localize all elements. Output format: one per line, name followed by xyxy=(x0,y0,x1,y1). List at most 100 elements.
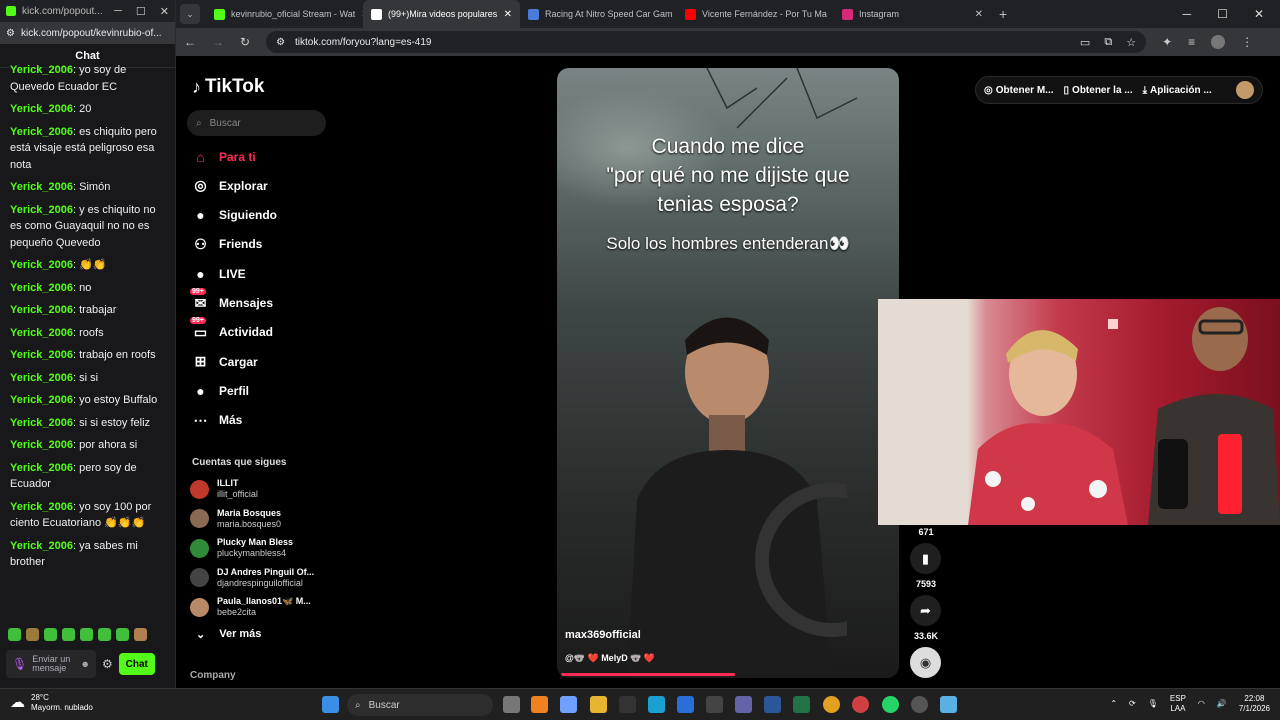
browser-tab[interactable]: (99+)Mira videos populares ✕ xyxy=(363,0,520,28)
chat-username[interactable]: Yerick_2006 xyxy=(10,372,73,384)
chat-username[interactable]: Yerick_2006 xyxy=(10,501,73,513)
notepad-icon[interactable] xyxy=(940,696,957,713)
chat-send-button[interactable]: Chat xyxy=(118,653,155,675)
cast-icon[interactable]: ▭ xyxy=(1080,36,1090,49)
company-link[interactable]: Company xyxy=(190,670,236,681)
taskbar-search[interactable]: ⌕ Buscar xyxy=(347,694,493,716)
chat-username[interactable]: Yerick_2006 xyxy=(10,126,73,138)
extensions-icon[interactable]: ✦ xyxy=(1162,35,1172,49)
video-progress-bar[interactable] xyxy=(561,673,735,676)
emote-icon[interactable] xyxy=(62,628,75,641)
chat-username[interactable]: Yerick_2006 xyxy=(10,64,73,76)
share-button[interactable]: ➦ xyxy=(910,595,941,626)
settings-icon[interactable]: ⚙ xyxy=(102,657,113,671)
sync-icon[interactable]: ⟳ xyxy=(1129,699,1136,709)
weather-widget[interactable]: ☁ 28°C Mayorm. nublado xyxy=(10,693,93,713)
nav-item[interactable]: ● Perfil xyxy=(192,382,249,399)
bookmark-button[interactable]: ▮ xyxy=(910,543,941,574)
outlook-icon[interactable] xyxy=(677,696,694,713)
get-app-button[interactable]: ▯ Obtener la ... xyxy=(1064,85,1133,96)
chat-username[interactable]: Yerick_2006 xyxy=(10,439,73,451)
chat-username[interactable]: Yerick_2006 xyxy=(10,181,73,193)
address-bar[interactable]: ⚙ tiktok.com/foryou?lang=es-419 ▭ ⧉ ☆ xyxy=(266,31,1147,53)
chat-message-list[interactable]: Yerick_2006: yo soy de Quevedo Ecuador E… xyxy=(0,62,168,622)
emote-icon[interactable] xyxy=(134,628,147,641)
chat-username[interactable]: Yerick_2006 xyxy=(10,327,73,339)
file-explorer-icon[interactable] xyxy=(590,696,607,713)
language-indicator[interactable]: ESP LAA xyxy=(1170,694,1186,714)
emote-icon[interactable] xyxy=(98,628,111,641)
whatsapp-icon[interactable] xyxy=(882,696,899,713)
reload-icon[interactable]: ↻ xyxy=(240,35,250,49)
task-view-icon[interactable] xyxy=(503,696,520,713)
close-icon[interactable]: ✕ xyxy=(160,5,169,18)
emote-icon[interactable] xyxy=(26,628,39,641)
chat-username[interactable]: Yerick_2006 xyxy=(10,304,73,316)
chat-username[interactable]: Yerick_2006 xyxy=(10,259,73,271)
chat-username[interactable]: Yerick_2006 xyxy=(10,349,73,361)
browser-tab[interactable]: kevinrubio_oficial Stream - Wat✕ xyxy=(206,0,363,28)
nav-item[interactable]: ⋯ Más xyxy=(192,412,243,429)
nav-item[interactable]: ⚇ Friends xyxy=(192,236,262,253)
translate-icon[interactable]: ⧉ xyxy=(1104,36,1112,49)
followed-account[interactable]: Maria Bosques maria.bosques0 xyxy=(190,508,281,530)
video-music[interactable]: @🐨 ❤️ MelyD 🐨 ❤️ xyxy=(565,653,655,664)
followed-account[interactable]: Paula_llanos01🦋 M... bebe2cita xyxy=(190,596,311,618)
music-disc-button[interactable]: ◉ xyxy=(910,647,941,678)
see-more-button[interactable]: ⌄ Ver más xyxy=(196,628,261,641)
emote-icon[interactable] xyxy=(80,628,93,641)
chat-username[interactable]: Yerick_2006 xyxy=(10,103,73,115)
chrome-profile-icon[interactable] xyxy=(852,696,869,713)
nav-item[interactable]: ✉ 99+ Mensajes xyxy=(190,287,273,312)
close-icon[interactable]: ✕ xyxy=(1254,7,1264,21)
popup-addressbar[interactable]: ⚙ kick.com/popout/kevinrubio-of... xyxy=(0,22,175,44)
tab-close-icon[interactable]: ✕ xyxy=(975,9,983,20)
browser-tab[interactable]: Instagram ✕ xyxy=(834,0,991,28)
copilot-icon[interactable] xyxy=(560,696,577,713)
vlc-icon[interactable] xyxy=(531,696,548,713)
chat-username[interactable]: Yerick_2006 xyxy=(10,540,73,552)
nav-item[interactable]: ◎ Explorar xyxy=(192,177,267,194)
video-player[interactable]: Cuando me dice "por qué no me dijiste qu… xyxy=(557,68,899,678)
followed-account[interactable]: DJ Andres Pinguil Of... djandrespinguilof… xyxy=(190,567,314,589)
followed-account[interactable]: Plucky Man Bless pluckymanbless4 xyxy=(190,537,293,559)
nav-item[interactable]: ● Siguiendo xyxy=(192,207,277,224)
video-author[interactable]: max369official xyxy=(565,629,641,641)
tab-close-icon[interactable]: ✕ xyxy=(504,9,512,20)
chat-username[interactable]: Yerick_2006 xyxy=(10,394,73,406)
emote-icon[interactable] xyxy=(8,628,21,641)
chevron-up-icon[interactable]: ⌃ xyxy=(1110,699,1117,709)
start-icon[interactable] xyxy=(322,696,339,713)
new-tab-button[interactable]: + xyxy=(991,6,1015,22)
capcut-icon[interactable] xyxy=(706,696,723,713)
wifi-icon[interactable]: ◠ xyxy=(1198,699,1205,709)
reading-list-icon[interactable]: ≡ xyxy=(1188,35,1195,49)
nav-item[interactable]: ⊞ Cargar xyxy=(192,353,258,370)
chat-username[interactable]: Yerick_2006 xyxy=(10,462,73,474)
mic-icon[interactable]: 🎙 xyxy=(1148,699,1158,709)
get-coins-button[interactable]: ◎ Obtener M... xyxy=(984,85,1054,96)
clock[interactable]: 22:08 7/1/2026 xyxy=(1239,694,1270,714)
terminal-icon[interactable] xyxy=(619,696,636,713)
browser-tab[interactable]: Vicente Fernández - Por Tu Ma✕ xyxy=(677,0,834,28)
site-info-icon[interactable]: ⚙ xyxy=(276,37,285,48)
emote-icon[interactable] xyxy=(116,628,129,641)
chat-input[interactable]: 🎙 Enviar un mensaje ☻ xyxy=(6,650,96,678)
followed-account[interactable]: ILLIT illit_official xyxy=(190,478,258,500)
chat-username[interactable]: Yerick_2006 xyxy=(10,204,73,216)
nav-item[interactable]: ▭ 99+ Actividad xyxy=(190,316,273,341)
back-icon[interactable]: ← xyxy=(184,35,196,49)
excel-icon[interactable] xyxy=(793,696,810,713)
obs-icon[interactable] xyxy=(911,696,928,713)
profile-avatar[interactable] xyxy=(1211,35,1226,49)
volume-icon[interactable]: 🔊 xyxy=(1217,699,1227,709)
nav-item[interactable]: ⌂ Para ti xyxy=(192,148,255,165)
menu-icon[interactable]: ⋮ xyxy=(1241,35,1253,49)
emoji-icon[interactable]: ☻ xyxy=(81,659,90,669)
tiktok-search-input[interactable]: ⌕ Buscar xyxy=(187,110,326,136)
forward-icon[interactable]: → xyxy=(212,35,224,49)
user-avatar[interactable] xyxy=(1236,81,1254,99)
nav-item[interactable]: ● LIVE xyxy=(192,265,245,282)
mic-icon[interactable]: 🎙 xyxy=(12,657,27,671)
minimize-icon[interactable]: ─ xyxy=(114,5,122,18)
